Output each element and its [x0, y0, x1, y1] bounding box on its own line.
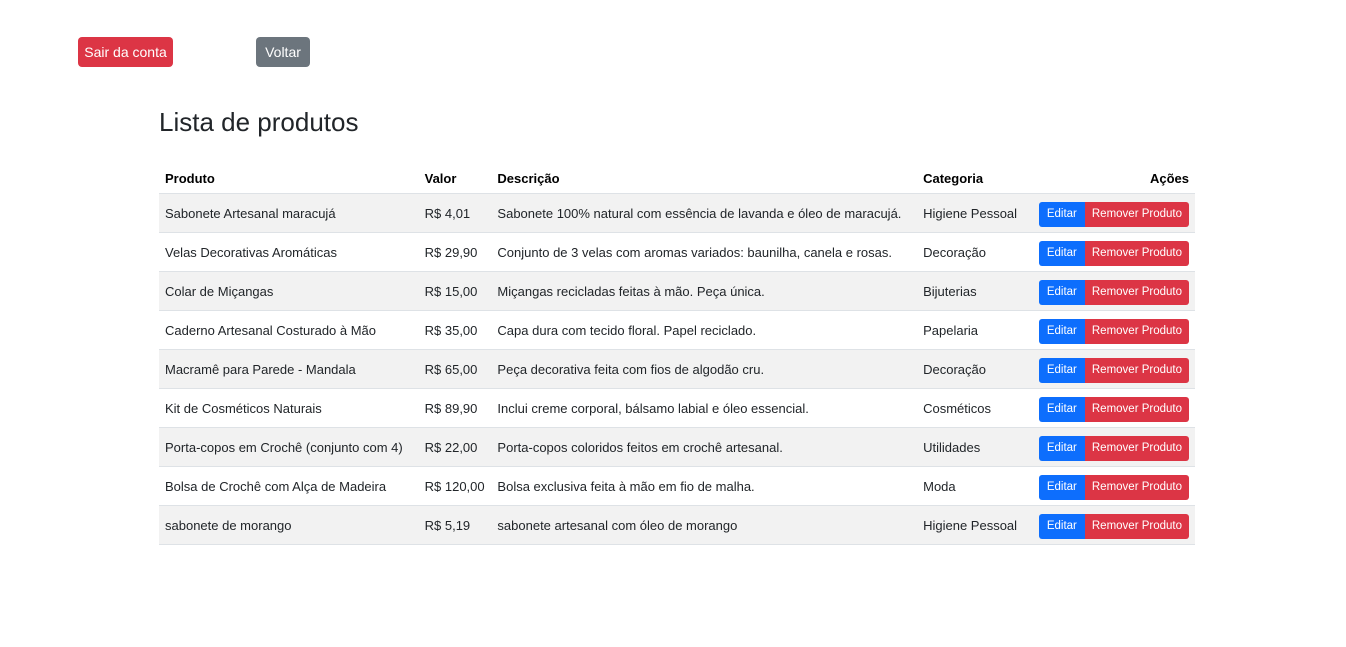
product-name-cell: Kit de Cosméticos Naturais	[159, 388, 419, 428]
table-row: Kit de Cosméticos Naturais R$ 89,90 Inclui…	[159, 388, 1195, 428]
remove-product-button[interactable]: Remover Produto	[1084, 240, 1189, 266]
edit-button[interactable]: Editar	[1038, 318, 1085, 344]
product-name-cell: Colar de Miçangas	[159, 271, 419, 311]
product-price-cell: R$ 15,00	[418, 271, 492, 311]
product-name-cell: Velas Decorativas Aromáticas	[159, 232, 419, 272]
product-name-cell: Sabonete Artesanal maracujá	[159, 193, 419, 233]
product-category-cell: Bijuterias	[917, 271, 1033, 311]
product-price-cell: R$ 5,19	[418, 505, 492, 545]
back-button[interactable]: Voltar	[256, 37, 310, 67]
actions-cell: Editar Remover Produto	[1032, 466, 1195, 506]
remove-product-button[interactable]: Remover Produto	[1084, 435, 1189, 461]
column-header-descricao: Descrição	[491, 164, 918, 194]
column-header-categoria: Categoria	[917, 164, 1033, 194]
row-action-group: Editar Remover Produto	[1038, 318, 1189, 344]
row-action-group: Editar Remover Produto	[1038, 201, 1189, 227]
product-price-cell: R$ 65,00	[418, 349, 492, 389]
product-category-cell: Higiene Pessoal	[917, 193, 1033, 233]
product-category-cell: Papelaria	[917, 310, 1033, 350]
remove-product-button[interactable]: Remover Produto	[1084, 357, 1189, 383]
product-price-cell: R$ 29,90	[418, 232, 492, 272]
actions-cell: Editar Remover Produto	[1032, 310, 1195, 350]
logout-button[interactable]: Sair da conta	[78, 37, 173, 67]
edit-button[interactable]: Editar	[1038, 435, 1085, 461]
page-title: Lista de produtos	[159, 107, 359, 137]
product-price-cell: R$ 120,00	[418, 466, 492, 506]
product-category-cell: Higiene Pessoal	[917, 505, 1033, 545]
table-header-row: Produto Valor Descrição Categoria Ações	[159, 164, 1195, 194]
remove-product-button[interactable]: Remover Produto	[1084, 513, 1189, 539]
actions-cell: Editar Remover Produto	[1032, 271, 1195, 311]
actions-cell: Editar Remover Produto	[1032, 388, 1195, 428]
product-rows: Sabonete Artesanal maracujá R$ 4,01 Sabone…	[159, 193, 1195, 545]
remove-product-button[interactable]: Remover Produto	[1084, 318, 1189, 344]
remove-product-button[interactable]: Remover Produto	[1084, 474, 1189, 500]
column-header-produto: Produto	[159, 164, 419, 194]
product-description-cell: sabonete artesanal com óleo de morango	[491, 505, 918, 545]
actions-cell: Editar Remover Produto	[1032, 232, 1195, 272]
table-row: Colar de Miçangas R$ 15,00 Miçangas recicl…	[159, 271, 1195, 311]
product-name-cell: Caderno Artesanal Costurado à Mão	[159, 310, 419, 350]
row-action-group: Editar Remover Produto	[1038, 357, 1189, 383]
product-price-cell: R$ 4,01	[418, 193, 492, 233]
row-action-group: Editar Remover Produto	[1038, 396, 1189, 422]
remove-product-button[interactable]: Remover Produto	[1084, 201, 1189, 227]
actions-cell: Editar Remover Produto	[1032, 193, 1195, 233]
table-row: Bolsa de Crochê com Alça de Madeira R$ 12…	[159, 466, 1195, 506]
table-row: Sabonete Artesanal maracujá R$ 4,01 Sabone…	[159, 193, 1195, 233]
product-description-cell: Conjunto de 3 velas com aromas variados:…	[491, 232, 918, 272]
product-name-cell: Macramê para Parede - Mandala	[159, 349, 419, 389]
product-category-cell: Decoração	[917, 349, 1033, 389]
row-action-group: Editar Remover Produto	[1038, 435, 1189, 461]
product-description-cell: Sabonete 100% natural com essência de la…	[491, 193, 918, 233]
product-description-cell: Capa dura com tecido floral. Papel recic…	[491, 310, 918, 350]
remove-product-button[interactable]: Remover Produto	[1084, 279, 1189, 305]
product-description-cell: Inclui creme corporal, bálsamo labial e …	[491, 388, 918, 428]
product-description-cell: Peça decorativa feita com fios de algodã…	[491, 349, 918, 389]
edit-button[interactable]: Editar	[1038, 240, 1085, 266]
product-category-cell: Decoração	[917, 232, 1033, 272]
edit-button[interactable]: Editar	[1038, 279, 1085, 305]
actions-cell: Editar Remover Produto	[1032, 505, 1195, 545]
table-row: Porta-copos em Crochê (conjunto com 4) R$…	[159, 427, 1195, 467]
table-row: Caderno Artesanal Costurado à Mão R$ 35,0…	[159, 310, 1195, 350]
column-header-acoes: Ações	[1032, 164, 1195, 194]
row-action-group: Editar Remover Produto	[1038, 279, 1189, 305]
product-description-cell: Porta-copos coloridos feitos em crochê a…	[491, 427, 918, 467]
remove-product-button[interactable]: Remover Produto	[1084, 396, 1189, 422]
actions-cell: Editar Remover Produto	[1032, 349, 1195, 389]
product-category-cell: Utilidades	[917, 427, 1033, 467]
product-price-cell: R$ 22,00	[418, 427, 492, 467]
edit-button[interactable]: Editar	[1038, 396, 1085, 422]
table-row: sabonete de morango R$ 5,19 sabonete artes…	[159, 505, 1195, 545]
row-action-group: Editar Remover Produto	[1038, 474, 1189, 500]
row-action-group: Editar Remover Produto	[1038, 513, 1189, 539]
edit-button[interactable]: Editar	[1038, 201, 1085, 227]
edit-button[interactable]: Editar	[1038, 513, 1085, 539]
product-price-cell: R$ 89,90	[418, 388, 492, 428]
row-action-group: Editar Remover Produto	[1038, 240, 1189, 266]
product-table: Produto Valor Descrição Categoria Ações …	[159, 164, 1195, 545]
column-header-valor: Valor	[418, 164, 492, 194]
product-description-cell: Miçangas recicladas feitas à mão. Peça ú…	[491, 271, 918, 311]
actions-cell: Editar Remover Produto	[1032, 427, 1195, 467]
table-row: Velas Decorativas Aromáticas R$ 29,90 Conj…	[159, 232, 1195, 272]
edit-button[interactable]: Editar	[1038, 357, 1085, 383]
product-description-cell: Bolsa exclusiva feita à mão em fio de ma…	[491, 466, 918, 506]
product-name-cell: Bolsa de Crochê com Alça de Madeira	[159, 466, 419, 506]
table-row: Macramê para Parede - Mandala R$ 65,00 Peç…	[159, 349, 1195, 389]
product-category-cell: Moda	[917, 466, 1033, 506]
product-price-cell: R$ 35,00	[418, 310, 492, 350]
product-name-cell: Porta-copos em Crochê (conjunto com 4)	[159, 427, 419, 467]
product-category-cell: Cosméticos	[917, 388, 1033, 428]
edit-button[interactable]: Editar	[1038, 474, 1085, 500]
product-name-cell: sabonete de morango	[159, 505, 419, 545]
